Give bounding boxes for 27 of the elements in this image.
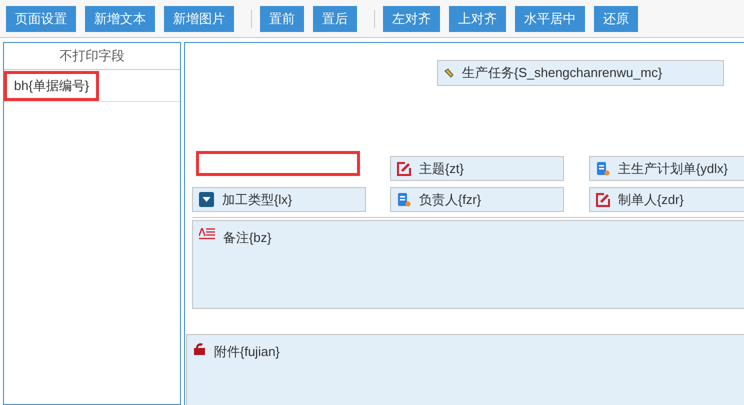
dropdown-icon [199, 192, 214, 207]
field-box[interactable]: 负责人{fzr} [390, 187, 564, 212]
edit-icon [397, 162, 411, 176]
field-box[interactable]: 主题{zt} [390, 156, 564, 181]
panel-title: 不打印字段 [4, 43, 180, 70]
field-label: 加工类型{lx} [222, 190, 292, 209]
attachment-icon [193, 342, 206, 355]
field-box[interactable]: 生产任务{S_shengchanrenwu_mc} [437, 60, 724, 86]
field-item[interactable]: bh{单据编号} [4, 70, 100, 100]
document-icon [397, 192, 411, 206]
field-box[interactable]: 制单人{zdr} [589, 187, 744, 212]
field-label: 主题{zt} [419, 160, 464, 178]
empty-field[interactable] [196, 151, 360, 176]
field-box[interactable]: 主生产计划单{ydlx} [589, 156, 744, 181]
field-label: 生产任务{S_shengchanrenwu_mc} [462, 64, 662, 82]
document-icon [596, 162, 610, 176]
field-label: 附件{fujian} [214, 343, 280, 361]
field-label: 主生产计划单{ydlx} [618, 160, 728, 178]
field-box[interactable]: 加工类型{lx} [192, 187, 366, 212]
field-box[interactable]: 备注{bz} [192, 220, 744, 309]
field-box[interactable]: 附件{fujian} [186, 334, 744, 405]
field-label: 备注{bz} [223, 229, 272, 247]
pencil-icon [444, 68, 454, 78]
field-label: 制单人{zdr} [618, 190, 684, 209]
edit-icon [596, 192, 610, 206]
text-lines-icon [199, 228, 215, 240]
field-label: 负责人{fzr} [419, 190, 482, 209]
